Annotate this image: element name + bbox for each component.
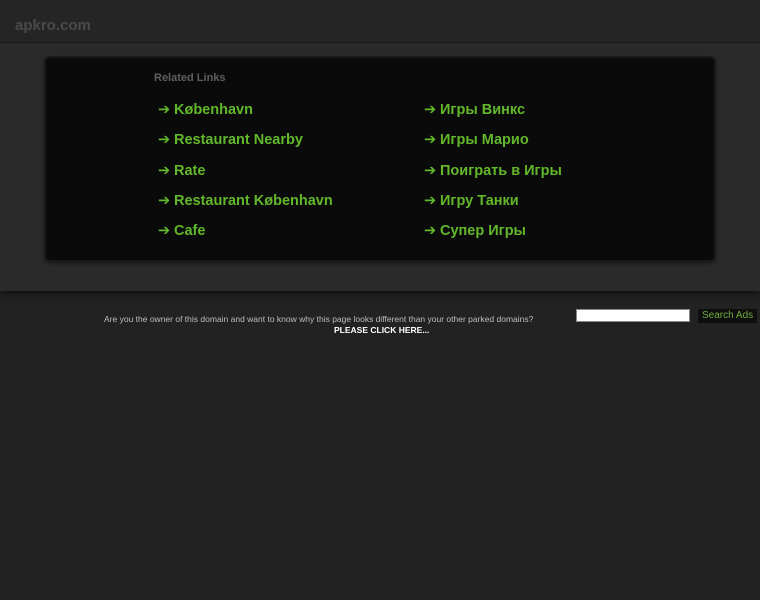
arrow-right-icon: ➔ — [158, 132, 171, 149]
related-link-label: København — [174, 102, 253, 118]
related-link[interactable]: ➔ København — [158, 100, 333, 130]
arrow-right-icon: ➔ — [424, 102, 437, 118]
content-band: Related Links ➔ København ➔ Restaurant Nea… — [0, 43, 760, 291]
related-link[interactable]: ➔ Поиграть в Игры — [424, 161, 562, 191]
related-link-label: Игры Винкс — [440, 102, 526, 118]
related-link[interactable]: ➔ Cafe — [158, 221, 333, 251]
related-link-label: Restaurant København — [174, 192, 333, 209]
owner-click-here-link[interactable]: PLEASE CLICK HERE... — [334, 325, 429, 335]
related-link-label: Игры Марио — [440, 132, 529, 149]
arrow-right-icon: ➔ — [158, 162, 171, 179]
arrow-right-icon: ➔ — [158, 192, 171, 209]
related-link-label: Restaurant Nearby — [174, 132, 303, 149]
related-link[interactable]: ➔ Rate — [158, 161, 333, 191]
related-link-label: Cafe — [174, 223, 206, 240]
owner-question: Are you the owner of this domain and wan… — [104, 314, 534, 324]
related-links-panel: Related Links ➔ København ➔ Restaurant Nea… — [46, 58, 714, 260]
arrow-right-icon: ➔ — [424, 132, 437, 149]
related-link[interactable]: ➔ Restaurant København — [158, 191, 333, 221]
related-link[interactable]: ➔ Игры Марио — [424, 130, 562, 160]
arrow-right-icon: ➔ — [424, 192, 437, 209]
search-input[interactable] — [576, 309, 690, 322]
domain-title[interactable]: apkro.com — [15, 17, 91, 34]
related-links-heading: Related Links — [154, 72, 226, 84]
arrow-right-icon: ➔ — [424, 223, 437, 240]
related-link-label: Супер Игры — [440, 223, 526, 240]
related-link-label: Поиграть в Игры — [440, 162, 562, 179]
related-link[interactable]: ➔ Игры Винкс — [424, 100, 562, 130]
related-link[interactable]: ➔ Супер Игры — [424, 221, 562, 251]
related-link[interactable]: ➔ Игру Танки — [424, 191, 562, 221]
search-ads-button[interactable]: Search Ads — [698, 309, 758, 323]
related-links-left-column: ➔ København ➔ Restaurant Nearby ➔ Rate ➔ Res… — [158, 100, 333, 251]
arrow-right-icon: ➔ — [158, 102, 171, 118]
related-links-right-column: ➔ Игры Винкс ➔ Игры Марио ➔ Поиграть в Игры… — [424, 100, 562, 251]
related-link-label: Rate — [174, 162, 206, 179]
related-link-label: Игру Танки — [440, 192, 519, 209]
arrow-right-icon: ➔ — [158, 223, 171, 240]
arrow-right-icon: ➔ — [424, 162, 437, 179]
top-bar: apkro.com — [0, 0, 760, 43]
related-link[interactable]: ➔ Restaurant Nearby — [158, 130, 333, 160]
